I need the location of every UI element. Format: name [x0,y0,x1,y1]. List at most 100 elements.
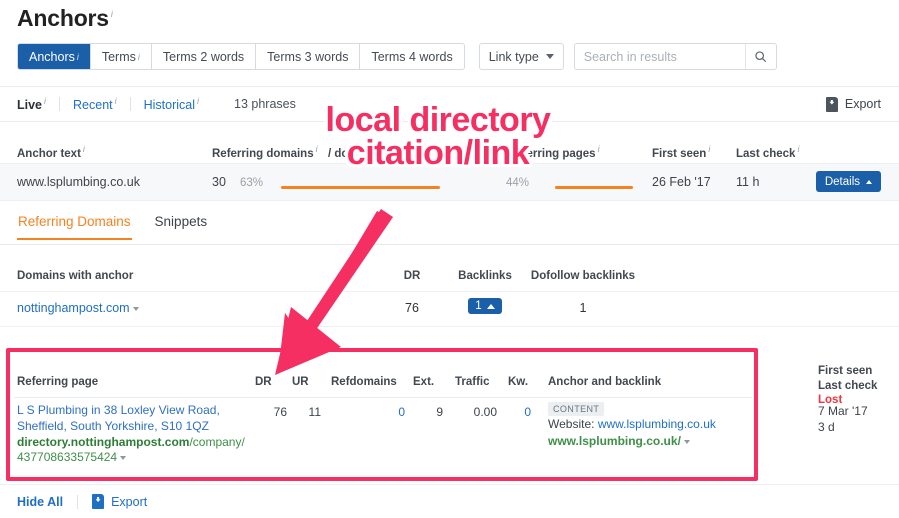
chevron-up-icon [866,180,872,184]
col-domains-with-anchor: Domains with anchor [17,270,133,282]
divider [14,397,752,398]
chevron-up-icon [487,304,495,309]
col-rp-traffic[interactable]: Traffic [455,376,499,388]
referring-page-url[interactable]: directory.nottinghampost.com/company/437… [17,435,245,465]
tab-referring-domains[interactable]: Referring Domains [17,207,132,240]
content-badge: CONTENT [548,402,604,416]
rp-first-seen-value: 7 Mar '17 [818,403,898,419]
rp-progress-bar [555,180,633,194]
chevron-down-icon[interactable] [120,456,126,460]
tab-snippets[interactable]: Snippets [154,207,209,238]
col-rp-last-check: Last check [818,379,898,394]
col-rp-ur[interactable]: UR [292,376,320,388]
anchors-table-row[interactable]: www.lsplumbing.co.uk 30 63% 44% 26 Feb '… [0,163,899,201]
col-rp-ext[interactable]: Ext. [413,376,443,388]
rp-refdomains-value[interactable]: 0 [333,405,405,419]
search-input[interactable] [575,45,745,68]
anchors-report-page: Anchorsi Anchorsi Termsi Terms 2 words T… [0,0,899,517]
tab-terms-3-words[interactable]: Terms 3 words [256,44,360,69]
detail-tab-bar: Referring Domains Snippets [0,207,899,245]
col-referring-domains[interactable]: Referring domainsi [212,144,318,160]
rp-traffic-value: 0.00 [453,405,497,419]
col-rp-refdomains[interactable]: Refdomains [331,376,403,388]
export-label: Export [111,495,147,509]
domains-table-row[interactable]: nottinghampost.com 76 1 1 [0,291,899,327]
referring-page-title-link[interactable]: L S Plumbing in 38 Loxley View Road, She… [17,403,247,435]
info-icon[interactable]: i [111,9,113,19]
backlinks-expand-button[interactable]: 1 [468,298,501,314]
info-icon[interactable]: i [77,52,79,62]
col-dofollow-label: / dofollow [328,148,382,160]
col-referring-page: Referring page [17,376,247,388]
rp-ext-value: 9 [413,405,443,419]
anchor-prefix: Website: [548,417,598,431]
info-icon[interactable]: i [115,96,117,106]
bottom-bar: Hide All Export [0,484,899,518]
tab-terms-label: Terms [102,50,136,64]
info-icon[interactable]: i [598,144,600,154]
rp-last-check-value: 3 d [818,419,898,435]
tab-snippets-label: Snippets [155,214,208,229]
col-rp-kw[interactable]: Kw. [508,376,534,388]
col-anchor-text-label: Anchor text [17,148,81,160]
col-anchor-and-backlink: Anchor and backlink [548,376,778,388]
details-button[interactable]: Details [816,171,881,192]
referring-pages-header: Referring page DR UR Refdomains Ext. Tra… [0,368,899,396]
tab-terms-4-words-label: Terms 4 words [371,50,452,64]
col-referring-pages[interactable]: Referring pagesi [508,144,600,160]
domain-backlinks-cell[interactable]: 1 [450,298,520,314]
page-title: Anchorsi [17,5,113,32]
export-button-bottom[interactable]: Export [78,494,147,509]
cell-referring-domains-pct: 63% [240,175,263,189]
info-icon[interactable]: i [389,144,391,154]
info-icon[interactable]: i [708,144,710,154]
tab-terms-2-words[interactable]: Terms 2 words [152,44,256,69]
backlink-url[interactable]: www.lsplumbing.co.uk/ [548,434,681,448]
col-first-seen-label: First seen [652,148,706,160]
info-icon[interactable]: i [44,96,46,106]
hide-all-button[interactable]: Hide All [17,495,77,509]
anchor-and-backlink-cell: CONTENT Website: www.lsplumbing.co.uk ww… [548,401,778,451]
referring-pages-row[interactable]: L S Plumbing in 38 Loxley View Road, She… [0,400,899,470]
info-icon[interactable]: i [316,144,318,154]
document-download-icon [92,494,104,509]
col-anchor-text: Anchor texti [17,144,85,160]
domain-name-cell[interactable]: nottinghampost.com [17,301,139,315]
history-filter-items: Livei Recenti Historicali 13 phrases [0,96,296,112]
col-first-seen[interactable]: First seeni [652,144,710,160]
col-domain-dofollow-backlinks[interactable]: Dofollow backlinks [528,270,638,282]
tab-terms[interactable]: Termsi [91,44,152,69]
rp-kw-value[interactable]: 0 [505,405,531,419]
rd-pct-label: 63% [240,177,263,189]
chevron-down-icon[interactable] [684,440,690,444]
domains-table-header: Domains with anchor DR Backlinks Dofollo… [0,263,899,288]
anchors-tab-group: Anchorsi Termsi Terms 2 words Terms 3 wo… [17,43,465,70]
col-domain-dr[interactable]: DR [392,270,432,282]
link-type-dropdown[interactable]: Link type [479,43,564,70]
domain-dofollow-backlinks-value: 1 [528,301,638,315]
tab-anchors[interactable]: Anchorsi [18,44,91,69]
export-button-top[interactable]: Export [826,87,881,121]
col-dofollow[interactable]: / dofollow↓i [328,144,391,160]
info-icon[interactable]: i [138,52,140,62]
info-icon[interactable]: i [83,144,85,154]
filter-historical-label: Historical [144,98,195,112]
anchor-link[interactable]: www.lsplumbing.co.uk [598,417,716,431]
filter-live[interactable]: Livei [17,96,59,112]
filter-recent-label: Recent [73,98,113,112]
tab-terms-4-words[interactable]: Terms 4 words [360,44,463,69]
filter-recent[interactable]: Recenti [60,96,130,112]
col-last-check[interactable]: Last checki [736,144,799,160]
anchor-text-line: Website: www.lsplumbing.co.uk [548,416,778,433]
tab-anchors-label: Anchors [29,50,75,64]
info-icon[interactable]: i [797,144,799,154]
document-download-icon [826,97,838,112]
filter-historical[interactable]: Historicali [131,96,212,112]
domain-name-link[interactable]: nottinghampost.com [17,301,130,315]
info-icon[interactable]: i [197,96,199,106]
search-button[interactable] [745,44,776,69]
col-domain-backlinks[interactable]: Backlinks [450,270,520,282]
chevron-down-icon[interactable] [133,307,139,311]
col-rp-dr[interactable]: DR [255,376,287,388]
tab-referring-domains-label: Referring Domains [18,214,131,229]
